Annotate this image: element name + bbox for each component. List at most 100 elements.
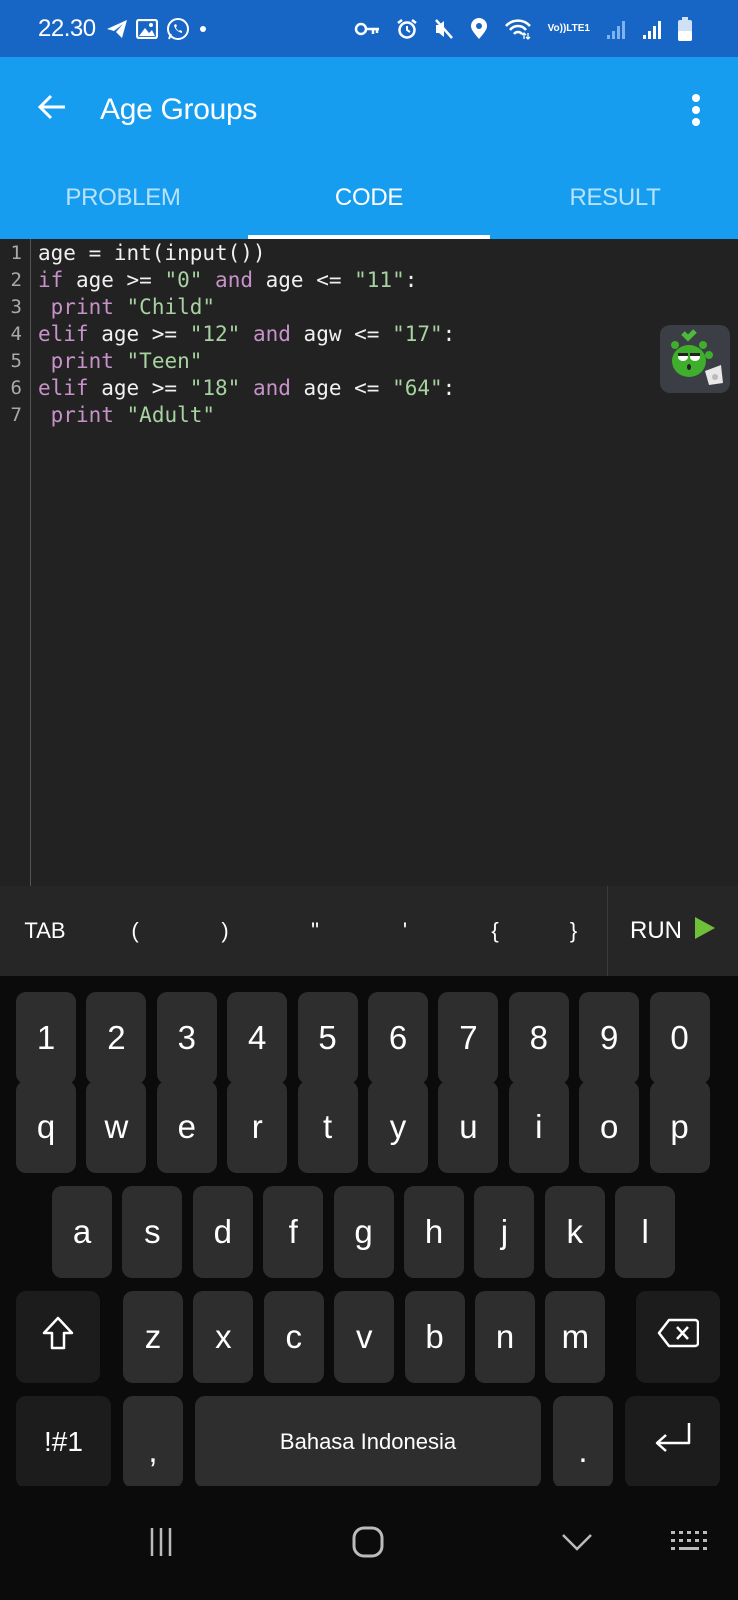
keyboard-switch-button[interactable] bbox=[670, 1526, 708, 1562]
key-c[interactable]: c bbox=[263, 1291, 324, 1383]
more-options-button[interactable] bbox=[684, 90, 708, 130]
code-keyword: if bbox=[38, 268, 64, 292]
code-text: age = int(input()) bbox=[22, 240, 266, 267]
key-8[interactable]: 8 bbox=[508, 992, 569, 1084]
gutter-divider bbox=[30, 239, 31, 887]
key-v[interactable]: v bbox=[334, 1291, 395, 1383]
period-key[interactable]: . bbox=[553, 1396, 613, 1488]
key-1[interactable]: 1 bbox=[16, 992, 76, 1084]
key-h[interactable]: h bbox=[404, 1186, 464, 1278]
key-a[interactable]: a bbox=[52, 1186, 112, 1278]
code-line[interactable]: 1 age = int(input()) bbox=[0, 240, 738, 267]
tab-key[interactable]: TAB bbox=[0, 886, 90, 976]
shift-key[interactable] bbox=[16, 1291, 100, 1383]
key-s[interactable]: s bbox=[122, 1186, 183, 1278]
key-o[interactable]: o bbox=[579, 1081, 640, 1173]
code-token: age >= bbox=[88, 322, 190, 346]
mute-icon bbox=[434, 18, 454, 40]
floating-mascot-button[interactable] bbox=[660, 325, 730, 393]
signal-icon bbox=[606, 19, 626, 39]
enter-key[interactable] bbox=[625, 1396, 720, 1488]
home-icon bbox=[351, 1525, 385, 1564]
key-y[interactable]: y bbox=[368, 1081, 428, 1173]
key-i[interactable]: i bbox=[508, 1081, 569, 1173]
code-token: : bbox=[404, 268, 418, 292]
key-m[interactable]: m bbox=[545, 1291, 606, 1383]
key-9[interactable]: 9 bbox=[579, 992, 640, 1084]
space-key[interactable]: Bahasa Indonesia bbox=[195, 1396, 541, 1488]
code-string: "Teen" bbox=[126, 349, 203, 373]
key-j[interactable]: j bbox=[474, 1186, 535, 1278]
alarm-icon bbox=[396, 18, 418, 40]
tab-code[interactable]: CODE bbox=[246, 162, 492, 239]
open-paren-key[interactable]: ( bbox=[90, 886, 180, 976]
code-keyword: print bbox=[50, 295, 114, 319]
toolbar: Age Groups bbox=[0, 57, 738, 162]
key-z[interactable]: z bbox=[123, 1291, 183, 1383]
key-6[interactable]: 6 bbox=[368, 992, 428, 1084]
open-brace-key[interactable]: { bbox=[450, 886, 540, 976]
comma-key[interactable]: , bbox=[123, 1396, 183, 1488]
key-u[interactable]: u bbox=[438, 1081, 499, 1173]
code-line[interactable]: 2 if age >= "0" and age <= "11": bbox=[0, 267, 738, 294]
code-lines[interactable]: 1 age = int(input()) 2 if age >= "0" and ag… bbox=[0, 239, 738, 429]
tab-problem[interactable]: PROBLEM bbox=[0, 162, 246, 239]
key-t[interactable]: t bbox=[297, 1081, 358, 1173]
backspace-key[interactable] bbox=[636, 1291, 720, 1383]
key-e[interactable]: e bbox=[156, 1081, 217, 1173]
code-token: : bbox=[442, 376, 456, 400]
key-4[interactable]: 4 bbox=[227, 992, 288, 1084]
code-editor[interactable]: 1 age = int(input()) 2 if age >= "0" and ag… bbox=[0, 239, 738, 887]
key-2[interactable]: 2 bbox=[86, 992, 147, 1084]
backspace-icon bbox=[657, 1318, 700, 1356]
code-line[interactable]: 6 elif age >= "18" and age <= "64": bbox=[0, 375, 738, 402]
key-l[interactable]: l bbox=[615, 1186, 676, 1278]
hide-keyboard-button[interactable] bbox=[560, 1526, 594, 1562]
key-q[interactable]: q bbox=[16, 1081, 76, 1173]
key-b[interactable]: b bbox=[404, 1291, 465, 1383]
code-text: print "Child" bbox=[22, 294, 215, 321]
run-button[interactable]: RUN bbox=[608, 886, 738, 976]
single-quote-key[interactable]: ' bbox=[360, 886, 450, 976]
key-0[interactable]: 0 bbox=[649, 992, 710, 1084]
code-keyword: elif bbox=[38, 322, 89, 346]
key-w[interactable]: w bbox=[86, 1081, 147, 1173]
mascot-icon bbox=[665, 327, 725, 391]
code-keyword: and bbox=[252, 376, 291, 400]
recent-apps-button[interactable] bbox=[146, 1526, 176, 1562]
code-line[interactable]: 7 print "Adult" bbox=[0, 402, 738, 429]
key-d[interactable]: d bbox=[192, 1186, 253, 1278]
code-line[interactable]: 4 elif age >= "12" and agw <= "17": bbox=[0, 321, 738, 348]
code-text: elif age >= "12" and agw <= "17": bbox=[22, 321, 455, 348]
code-line[interactable]: 5 print "Teen" bbox=[0, 348, 738, 375]
key-r[interactable]: r bbox=[227, 1081, 288, 1173]
line-number: 5 bbox=[10, 350, 22, 372]
code-token: age >= bbox=[63, 268, 165, 292]
key-p[interactable]: p bbox=[649, 1081, 710, 1173]
key-k[interactable]: k bbox=[544, 1186, 605, 1278]
code-keyword: print bbox=[50, 403, 114, 427]
close-paren-key[interactable]: ) bbox=[180, 886, 270, 976]
back-button[interactable] bbox=[34, 92, 70, 128]
code-text: elif age >= "18" and age <= "64": bbox=[22, 375, 455, 402]
signal-icon bbox=[642, 19, 662, 39]
key-f[interactable]: f bbox=[263, 1186, 324, 1278]
key-7[interactable]: 7 bbox=[438, 992, 499, 1084]
wifi-icon bbox=[504, 18, 532, 40]
key-g[interactable]: g bbox=[333, 1186, 394, 1278]
key-3[interactable]: 3 bbox=[156, 992, 217, 1084]
tab-result[interactable]: RESULT bbox=[492, 162, 738, 239]
system-nav-bar bbox=[0, 1486, 738, 1600]
key-n[interactable]: n bbox=[475, 1291, 535, 1383]
close-brace-key[interactable]: } bbox=[540, 886, 607, 976]
double-quote-key[interactable]: " bbox=[270, 886, 360, 976]
key-x[interactable]: x bbox=[193, 1291, 254, 1383]
key-5[interactable]: 5 bbox=[297, 992, 358, 1084]
code-line[interactable]: 3 print "Child" bbox=[0, 294, 738, 321]
home-button[interactable] bbox=[350, 1526, 386, 1562]
keyboard-switch-icon bbox=[670, 1530, 708, 1559]
symbols-key[interactable]: !#1 bbox=[16, 1396, 111, 1488]
code-string: "Child" bbox=[126, 295, 216, 319]
